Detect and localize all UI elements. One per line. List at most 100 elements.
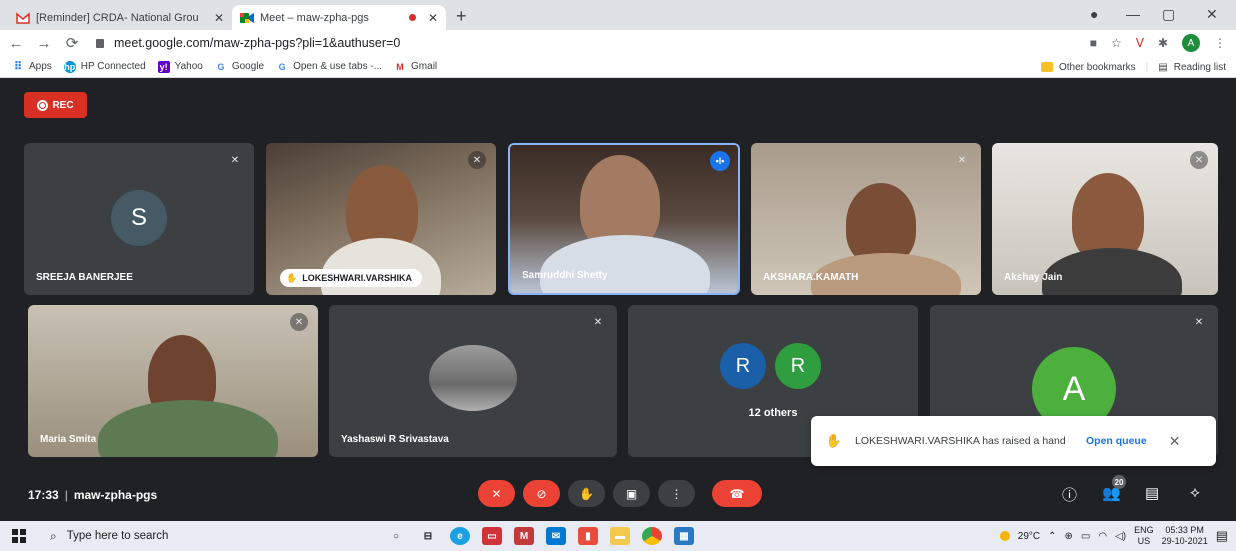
mcafee-icon[interactable]: M [514,527,534,545]
taskbar-apps: ○ ⊟ e ▭ M ✉ ▮ ▬ ▦ [386,527,694,545]
participant-tile-sreeja[interactable]: S ✕ SREEJA BANERJEE [24,143,254,295]
bookmark-google[interactable]: G Google [215,61,264,73]
search-placeholder: Type here to search [66,530,169,542]
meeting-details: 17:33 | maw-zpha-pgs [28,488,158,502]
app-icon[interactable]: ▭ [482,527,502,545]
app-icon[interactable]: ▦ [674,527,694,545]
gmail-icon: M [396,61,404,72]
close-tab-icon[interactable]: ✕ [214,11,224,25]
participant-name: Maria Smita [40,434,97,445]
volume-icon[interactable]: ◁) [1115,531,1126,542]
meeting-info-button[interactable]: ⓘ [1062,484,1077,505]
star-bookmark-icon[interactable]: ☆ [1111,36,1122,50]
separator: | [1145,61,1149,73]
avatar: R [775,343,821,389]
reading-list-icon: ▤ [1158,61,1168,73]
maximize-button[interactable]: ▢ [1162,6,1175,23]
camera-in-use-icon[interactable]: ■ [1090,36,1097,50]
camera-toggle-button[interactable]: ⊘ [523,480,560,507]
participant-name: AKSHARA.KAMATH [763,272,859,283]
meet-icon [240,12,254,24]
mic-off-icon: ✕ [290,313,308,331]
other-bookmarks[interactable]: Other bookmarks [1059,62,1136,73]
bookmark-yahoo[interactable]: y! Yahoo [157,60,203,73]
network-icon[interactable]: ⊕ [1065,531,1073,542]
profile-avatar[interactable]: A [1182,34,1200,52]
battery-icon[interactable]: ▭ [1081,531,1090,542]
people-button[interactable]: 👥 20 [1102,475,1126,502]
avatar: S [111,190,167,246]
participant-tile-yashaswi[interactable]: ✕ Yashaswi R Srivastava [329,305,617,457]
close-window-button[interactable]: ✕ [1206,6,1218,23]
tab-gmail-reminder[interactable]: [Reminder] CRDA- National Grou ✕ [8,5,232,30]
reload-button[interactable]: ⟳ [60,34,84,52]
bookmark-apps[interactable]: ⠿ Apps [12,61,52,73]
file-explorer-icon[interactable]: ▬ [610,527,630,545]
leave-call-button[interactable]: ☎ [712,480,762,507]
participant-name-pill: ✋ LOKESHWARI.VARSHIKA [280,269,423,287]
windows-start-icon[interactable] [12,529,26,543]
taskbar-search-box[interactable]: ⌕ Type here to search [38,521,306,551]
participant-tile-akshay[interactable]: ✕ Akshay Jain [992,143,1218,295]
mic-off-icon: ✕ [957,154,967,166]
open-queue-button[interactable]: Open queue [1086,435,1147,447]
notification-center-icon[interactable]: ▤ [1216,528,1228,544]
profile-photo [429,345,517,411]
more-options-button[interactable]: ⋮ [658,480,695,507]
office-icon[interactable]: ▮ [578,527,598,545]
profile-indicator-icon[interactable]: ● [1090,6,1098,22]
participant-tile-samruddhi[interactable]: •l• Samruddhi Shetty [508,143,740,295]
tab-meet[interactable]: Meet – maw-zpha-pgs ✕ [232,5,446,30]
menu-dots-icon[interactable]: ⋮ [1214,36,1226,50]
bookmark-open-use-tabs[interactable]: G Open & use tabs -... [276,61,382,73]
edge-icon[interactable]: e [450,527,470,545]
record-icon [37,99,49,111]
minimize-button[interactable]: — [1126,6,1140,22]
google-icon: G [278,61,286,72]
extensions-puzzle-icon[interactable]: ✱ [1158,36,1168,50]
chat-icon: ▤ [1145,485,1160,502]
meeting-time: 17:33 [28,488,59,502]
bookmark-hp[interactable]: hp HP Connected [63,60,146,73]
gmail-icon [16,11,30,24]
lock-icon [96,38,104,48]
language-indicator[interactable]: ENG US [1134,525,1154,547]
folder-icon [1040,62,1053,72]
back-button[interactable]: ← [4,35,28,52]
activities-shapes-icon: ⟡ [1190,484,1200,501]
participant-tile-maria[interactable]: ✕ Maria Smita [28,305,318,457]
wifi-icon[interactable]: ◠ [1098,531,1107,542]
participant-tile-akshara[interactable]: ✕ AKSHARA.KAMATH [751,143,981,295]
extension-icon[interactable]: ᐯ [1136,36,1144,50]
chat-button[interactable]: ▤ [1145,484,1159,502]
weather-sun-icon [999,531,1010,541]
apps-grid-icon: ⠿ [13,61,23,73]
more-dots-icon: ⋮ [670,486,683,501]
recording-indicator[interactable]: REC [24,92,87,118]
tab-title: Meet – maw-zpha-pgs [260,11,369,24]
mic-toggle-button[interactable]: ✕ [478,480,515,507]
raise-hand-button[interactable]: ✋ [568,480,605,507]
task-view-icon[interactable]: ⊟ [418,527,438,545]
cortana-icon[interactable]: ○ [386,527,406,545]
participant-tile-lokeshwari[interactable]: ✕ ✋ LOKESHWARI.VARSHIKA [266,143,496,295]
mic-off-icon: ✕ [230,154,240,166]
url-field[interactable]: meet.google.com/maw-zpha-pgs?pli=1&authu… [96,36,400,50]
weather-temp[interactable]: 29°C [1018,531,1040,542]
chevron-up-icon[interactable]: ⌃ [1048,531,1056,542]
clock[interactable]: 05:33 PM 29-10-2021 [1162,525,1208,547]
present-button[interactable]: ▣ [613,480,650,507]
mail-icon[interactable]: ✉ [546,527,566,545]
search-icon: ⌕ [50,528,57,543]
reading-list[interactable]: Reading list [1174,62,1226,73]
raised-hand-icon: ✋ [825,433,843,448]
forward-button[interactable]: → [32,35,56,52]
new-tab-button[interactable]: + [456,6,467,27]
mic-off-icon: ✕ [593,316,603,328]
activities-button[interactable]: ⟡ [1190,484,1200,501]
chrome-icon[interactable] [642,527,662,545]
bookmarks-bar: ⠿ Apps hp HP Connected y! Yahoo G Google… [0,56,1236,78]
bookmark-gmail[interactable]: M Gmail [394,61,437,73]
close-icon[interactable]: ✕ [1169,433,1181,450]
close-tab-icon[interactable]: ✕ [428,11,438,25]
